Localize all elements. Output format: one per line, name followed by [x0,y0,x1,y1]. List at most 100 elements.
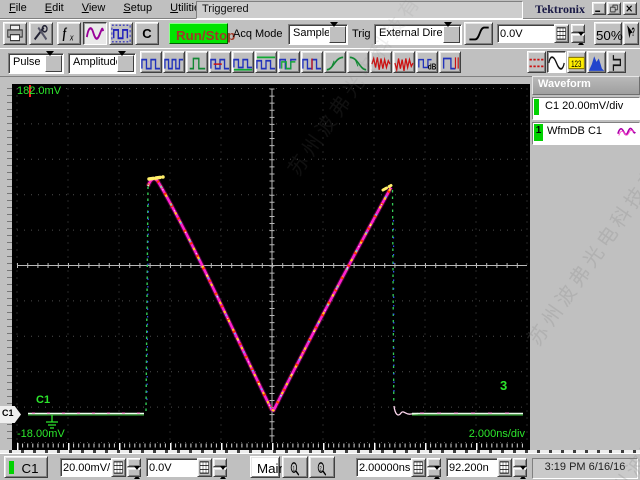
step-down-button[interactable] [213,466,227,480]
horizontal-scale-stepper[interactable] [427,457,441,480]
keypad-button[interactable] [411,458,426,477]
meas-gain-db-button[interactable]: dB [416,51,438,73]
measurement-buttons-group: dB [140,51,462,75]
oscilloscope-app: FileEditViewSetupUtilitiesHelp Triggered… [0,0,640,480]
minimize-button[interactable] [592,2,606,15]
step-down-button[interactable] [513,466,527,480]
acq-mode-select[interactable]: Sample [288,22,348,45]
restore-button[interactable] [607,2,621,15]
view-readouts-button[interactable]: 123 [567,51,586,73]
menu-setup[interactable]: Setup [114,0,161,18]
meas-fall-time-button[interactable] [347,51,369,73]
channel-trace-label: C1 [36,394,51,406]
meas-burst-noise-button[interactable] [370,51,392,73]
step-down-button[interactable] [571,32,585,54]
trigger-slope-button[interactable] [464,22,493,45]
magnifier-2-button[interactable]: 2 [309,456,335,478]
meas-pulse-width-button[interactable] [186,51,208,73]
svg-text:2: 2 [320,465,322,472]
meas-gated-pulse-button[interactable] [439,51,461,73]
run-stop-button[interactable]: Run/Stop [169,23,235,44]
keypad-button[interactable] [554,24,569,43]
trigger-level-stepper[interactable] [571,23,585,54]
trace-peak-cap-left [147,175,165,181]
print-button[interactable] [3,22,27,45]
trigger-status-readout: Triggered [196,1,523,19]
vertical-offset-stepper[interactable] [213,457,227,480]
pulse-acquire-button[interactable] [109,22,133,45]
horizontal-position-stepper[interactable] [513,457,527,480]
trig-label: Trig [352,28,371,40]
keypad-button[interactable] [497,458,512,477]
meas-pulse-amplitude-button[interactable] [301,51,323,73]
view-histogram-button[interactable] [587,51,606,73]
trigger-marker-number: 3 [500,378,508,393]
view-vertical-pulse-button[interactable] [607,51,626,73]
clock-readout: 3:19 PM 6/16/16 [532,458,638,479]
channel-select-button[interactable]: C1 [4,456,48,478]
waveform-panel: Waveform C1 20.00mV/div 1 WfmDB C1 [532,76,640,450]
c-button[interactable]: C [135,22,159,45]
horizontal-position-field[interactable] [446,458,500,477]
trigger-source-select[interactable]: External Direct [374,22,462,45]
view-waveform-button[interactable] [547,51,566,73]
main-timebase-button[interactable]: Main [250,456,286,478]
waveform-display-button[interactable] [83,22,107,45]
timebase-readout: 2.000ns/div [468,428,525,440]
trace-ground-symbol [46,415,58,429]
horizontal-scale-field[interactable] [356,458,414,477]
keypad-button[interactable] [111,458,126,477]
dropdown-arrow-icon[interactable] [443,22,460,43]
set-trigger-50pct-button[interactable]: 50% [594,22,623,45]
waveform-panel-header: Waveform [532,76,640,95]
vertical-scale-stepper[interactable] [127,457,141,480]
top-voltage-readout: 182.0mV [17,85,62,97]
svg-text:dB: dB [428,63,436,72]
channel-color-bar [9,461,14,474]
svg-text:?: ? [632,26,636,39]
acq-mode-label: Acq Mode [233,28,283,40]
meas-pulse-pair-button[interactable] [140,51,162,73]
meas-pulse-mid-button[interactable] [278,51,300,73]
tektronix-logo: Tektronix [534,2,585,16]
meas-pulse-low-button[interactable] [232,51,254,73]
dropdown-arrow-icon[interactable] [329,22,346,43]
menu-edit[interactable]: Edit [36,0,73,18]
magnifier-1-button[interactable]: 1 [282,456,308,478]
bottom-control-bar: C1 Main 1 2 3:19 PM 6/16/16 [0,453,640,480]
keypad-button[interactable] [197,458,212,477]
svg-text:123: 123 [571,59,581,69]
dropdown-arrow-icon[interactable] [117,51,134,72]
waveform-plot [16,85,528,450]
step-down-button[interactable] [427,466,441,480]
view-cursors-button[interactable] [527,51,546,73]
channel-color-bar [534,99,539,115]
menu-bar: FileEditViewSetupUtilitiesHelp Triggered… [0,0,640,19]
menu-view[interactable]: View [73,0,115,18]
step-down-button[interactable] [127,466,141,480]
vertical-scale-field[interactable] [60,458,114,477]
meas-pulse-high-button[interactable] [255,51,277,73]
dropdown-arrow-icon[interactable] [45,51,62,72]
context-help-button[interactable]: ? [623,22,639,45]
meas-pulse-period-button[interactable] [209,51,231,73]
formula-fx-button[interactable]: fx [57,22,81,45]
tools-button[interactable] [29,22,53,45]
waveform-row-wfmdb[interactable]: 1 WfmDB C1 [532,122,640,145]
wfmdb-wave-icon [617,125,637,139]
trigger-level-field[interactable] [497,24,555,43]
view-buttons-group: 123 [527,51,627,75]
close-button[interactable] [623,2,637,15]
bottom-voltage-readout: -18.00mV [17,428,65,440]
svg-text:1: 1 [293,465,295,472]
measure-category-select[interactable]: Pulse [8,51,64,74]
meas-burst-rms-button[interactable] [393,51,415,73]
measure-type-select[interactable]: Amplitude [68,51,136,74]
meas-pulse-train-button[interactable] [163,51,185,73]
vertical-offset-field[interactable] [146,458,200,477]
menu-file[interactable]: File [0,0,36,18]
graticule-display[interactable]: 182.0mV -18.00mV 2.000ns/div C1 3 [12,84,530,450]
waveform-row-c1[interactable]: C1 20.00mV/div [532,97,640,120]
measurement-toolbar: Pulse Amplitude dB 123 [0,48,640,77]
meas-rise-time-button[interactable] [324,51,346,73]
